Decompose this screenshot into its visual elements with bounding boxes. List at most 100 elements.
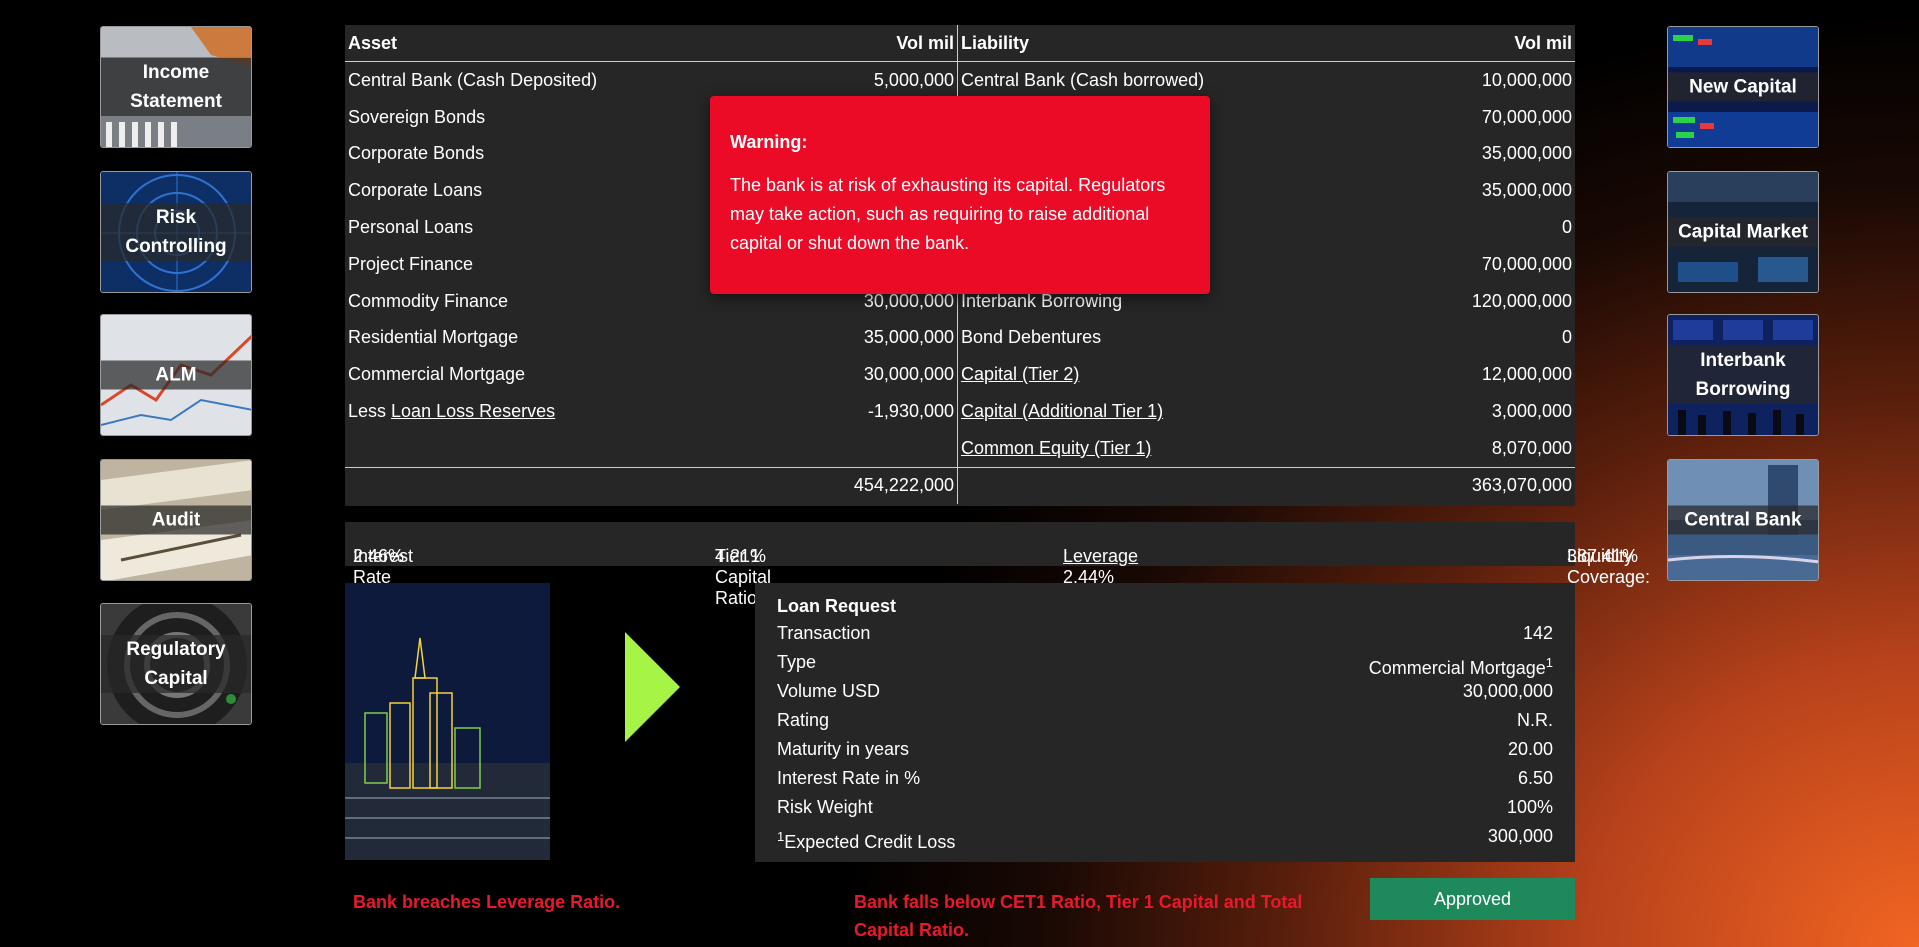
loan-label: Volume USD [777,681,881,701]
t1-value: 4.21% [715,546,767,566]
nav-income-statement[interactable]: Income Statement [100,26,252,148]
loan-label: Risk Weight [777,797,873,817]
nav-label: New Capital [1668,72,1818,102]
loan-label: Maturity in years [777,739,910,759]
less-prefix: Less [348,401,392,422]
asset-vol: 30,000,000 [791,356,958,394]
asset-name: Residential Mortgage [348,327,519,348]
table-row: Common Equity (Tier 1) 8,070,000 [345,429,1575,468]
capital-tier2-link[interactable]: Capital (Tier 2) [961,364,1079,384]
loan-label: Expected Credit Loss [784,832,956,852]
asset-name: Central Bank (Cash Deposited) [348,69,598,90]
ratios-bar: Interest Rate Margin: 2.46% Tier 1 Capit… [345,522,1650,608]
liability-vol: 70,000,000 [1481,106,1572,127]
loan-value: 30,000,000 [1462,681,1553,701]
table-row: Commercial Mortgage 30,000,000 Capital (… [345,356,1575,394]
loan-row-rating: Rating N.R. [755,706,1575,735]
total-liabilities: 363,070,000 [1390,466,1575,504]
loan-row-ecl: 1Expected Credit Loss 300,000 [755,822,1575,852]
liability-vol: 0 [1561,217,1572,238]
irm-value: 2.46% [353,546,405,566]
leverage-value: : 2.44% [1063,546,1115,587]
table-row: Central Bank (Cash Deposited) 5,000,000 … [345,61,1575,99]
loan-row-risk-weight: Risk Weight 100% [755,793,1575,822]
city-skyline-image [345,583,550,860]
nav-label: Regulatory Capital [101,635,251,693]
asset-header: Asset [345,25,791,62]
asset-name: Less Loan Loss Reserves [345,393,791,430]
nav-risk-controlling[interactable]: Risk Controlling [100,171,252,293]
nav-new-capital[interactable]: New Capital [1667,26,1819,148]
loan-label: Type [777,652,817,672]
approved-button[interactable]: Approved [1370,878,1575,920]
table-row: Residential Mortgage 35,000,000 Bond Deb… [345,319,1575,357]
total-assets-spacer [345,466,791,504]
warning-message: The bank is at risk of exhausting its ca… [730,175,1166,253]
loan-value: 100% [1506,797,1553,817]
loan-value: 20.00 [1507,739,1553,759]
arrow-right-icon [625,632,680,742]
loan-request-title: Loan Request [777,596,897,616]
capital-at1-link[interactable]: Capital (Additional Tier 1) [961,401,1163,421]
asset-vol: 35,000,000 [791,319,958,357]
loan-loss-reserves-link[interactable]: Loan Loss Reserves [391,401,555,421]
liability-vol: 35,000,000 [1481,180,1572,201]
liability-vol-header: Vol mil [1390,25,1575,62]
warning-modal[interactable]: Warning: The bank is at risk of exhausti… [710,96,1210,294]
liability-vol: 12,000,000 [1481,364,1572,385]
loan-row-maturity: Maturity in years 20.00 [755,735,1575,764]
loan-value: 142 [1522,623,1553,643]
leverage-warning: Bank breaches Leverage Ratio. [353,892,621,912]
asset-name [345,430,791,467]
totals-row: 454,222,000 363,070,000 [345,466,1575,504]
total-liabilities-spacer [957,466,1391,504]
nav-label: Capital Market [1668,217,1818,247]
loan-type-value: Commercial Mortgage [1368,658,1546,678]
table-row: Less Loan Loss Reserves -1,930,000 Capit… [345,393,1575,430]
nav-label: Risk Controlling [101,203,251,261]
footnote-marker: 1 [1545,655,1553,670]
liability-vol: 35,000,000 [1481,143,1572,164]
liability-vol: 3,000,000 [1491,401,1572,422]
nav-audit[interactable]: Audit [100,459,252,581]
nav-label: ALM [101,360,251,390]
loan-row-type: Type Commercial Mortgage1 [755,648,1575,678]
liability-vol: 120,000,000 [1471,290,1572,311]
nav-label: Income Statement [101,58,251,116]
loan-label: Interest Rate in % [777,768,921,788]
liability-name: Central Bank (Cash borrowed) [961,69,1205,90]
asset-vol: -1,930,000 [791,393,958,430]
total-assets: 454,222,000 [791,466,958,504]
loan-label: Transaction [777,623,871,643]
asset-vol-header: Vol mil [791,25,958,62]
loan-row-transaction: Transaction 142 [755,619,1575,648]
nav-alm[interactable]: ALM [100,314,252,436]
warning-title: Warning: [730,132,808,152]
common-equity-link[interactable]: Common Equity (Tier 1) [961,438,1151,458]
nav-central-bank[interactable]: Central Bank [1667,459,1819,581]
asset-vol [791,429,958,468]
liability-vol: 0 [1561,327,1572,348]
asset-vol: 5,000,000 [791,61,958,99]
balance-sheet-header: Asset Vol mil Liability Vol mil [345,25,1575,62]
loan-label-ecl: 1Expected Credit Loss [777,822,956,852]
nav-label: Central Bank [1668,505,1818,535]
liability-header: Liability [957,25,1391,62]
capital-warning: Bank falls below CET1 Ratio, Tier 1 Capi… [854,892,1303,940]
loan-request-panel: Loan Request Transaction 142 Type Commerci… [755,583,1575,862]
nav-regulatory-capital[interactable]: Regulatory Capital [100,603,252,725]
loan-label: Rating [777,710,830,730]
nav-capital-market[interactable]: Capital Market [1667,171,1819,293]
nav-label: Interbank Borrowing [1668,346,1818,404]
nav-interbank-borrowing[interactable]: Interbank Borrowing [1667,314,1819,436]
loan-value: 300,000 [1487,826,1553,846]
liability-vol: 10,000,000 [1481,69,1572,90]
loan-value: 6.50 [1517,768,1553,788]
liability-vol: 70,000,000 [1481,253,1572,274]
liability-name: Bond Debentures [961,327,1102,348]
liability-vol: 8,070,000 [1491,437,1572,458]
loan-value: N.R. [1517,710,1553,730]
loan-row-volume: Volume USD 30,000,000 [755,677,1575,706]
loan-row-interest-rate: Interest Rate in % 6.50 [755,764,1575,793]
loan-value-type: Commercial Mortgage1 [1368,648,1553,678]
